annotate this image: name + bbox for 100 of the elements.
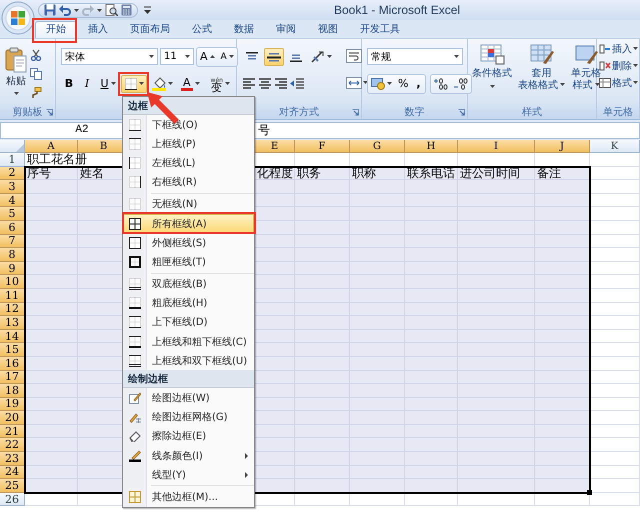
font-name-field[interactable]: 宋体 [61, 48, 158, 65]
insert-cells-button[interactable]: 插入 [599, 41, 638, 56]
sheet-cell[interactable] [590, 207, 640, 221]
sheet-cell[interactable] [255, 234, 295, 248]
column-header[interactable]: K [590, 140, 640, 153]
row-header[interactable]: 20 [0, 411, 25, 425]
column-header[interactable]: I [458, 140, 535, 153]
grow-font-button[interactable]: A [197, 48, 218, 66]
row-header[interactable]: 13 [0, 316, 25, 330]
column-header[interactable]: G [350, 140, 405, 153]
sheet-cell[interactable] [25, 370, 78, 384]
font-color-button[interactable]: A [178, 74, 203, 92]
sheet-cell[interactable] [590, 424, 640, 438]
sheet-cell[interactable] [535, 466, 590, 480]
sheet-cell[interactable] [255, 466, 295, 480]
column-header[interactable]: H [405, 140, 458, 153]
sheet-cell[interactable] [255, 343, 295, 357]
sheet-cell[interactable] [255, 180, 295, 194]
delete-cells-button[interactable]: 删除 [599, 58, 638, 73]
sheet-cell[interactable] [590, 330, 640, 344]
column-header[interactable]: F [295, 140, 350, 153]
sheet-cell[interactable] [255, 479, 295, 493]
sheet-cell[interactable] [535, 370, 590, 384]
sheet-cell[interactable] [535, 180, 590, 194]
percent-button[interactable]: % [395, 74, 412, 92]
sheet-cell[interactable] [255, 452, 295, 466]
sheet-cell[interactable] [255, 207, 295, 221]
sheet-cell[interactable] [25, 398, 78, 412]
sheet-cell[interactable] [535, 479, 590, 493]
sheet-cell[interactable] [25, 330, 78, 344]
row-header[interactable]: 8 [0, 248, 25, 262]
sheet-cell[interactable] [255, 220, 295, 235]
sheet-cell[interactable] [25, 262, 78, 276]
sheet-cell[interactable] [25, 248, 78, 262]
sheet-cell[interactable] [590, 288, 640, 303]
underline-button[interactable]: U [97, 74, 119, 92]
sheet-cell[interactable] [350, 492, 405, 506]
sheet-cell[interactable] [590, 356, 640, 370]
sheet-cell[interactable] [590, 153, 640, 167]
sheet-cell[interactable] [25, 452, 78, 466]
ribbon-tab[interactable]: 页面布局 [119, 21, 181, 38]
menu-item[interactable]: 绘图边框网格(G) [123, 408, 254, 427]
paste-button[interactable]: 粘贴 [5, 47, 27, 104]
menu-item[interactable]: 上下框线(D) [123, 312, 254, 332]
sheet-cell[interactable] [535, 194, 590, 208]
sheet-cell[interactable] [350, 479, 405, 493]
sheet-cell[interactable] [590, 452, 640, 466]
sheet-cell[interactable] [590, 398, 640, 412]
sheet-cell[interactable] [255, 316, 295, 330]
sheet-cell[interactable] [25, 288, 78, 303]
sheet-cell[interactable] [590, 302, 640, 316]
sheet-cell[interactable] [255, 330, 295, 344]
menu-item[interactable]: 双底框线(B) [123, 274, 254, 294]
sheet-cell[interactable] [535, 316, 590, 330]
fill-handle[interactable] [587, 490, 592, 495]
menu-item[interactable]: 粗底框线(H) [123, 294, 254, 313]
sheet-cell[interactable] [590, 262, 640, 276]
sheet-cell[interactable] [535, 398, 590, 412]
sheet-cell[interactable] [535, 330, 590, 344]
border-button[interactable] [121, 74, 147, 92]
menu-item[interactable]: 擦除边框(E) [123, 426, 254, 446]
ribbon-tab[interactable]: 开始 [35, 21, 77, 38]
sheet-cell[interactable] [590, 180, 640, 194]
sheet-cell[interactable] [535, 207, 590, 221]
comma-button[interactable]: , [411, 74, 426, 92]
ribbon-tab[interactable]: 视图 [307, 21, 349, 38]
sheet-cell[interactable] [25, 356, 78, 370]
format-as-table-button[interactable]: 套用 表格格式 [518, 43, 565, 104]
sheet-cell[interactable] [590, 438, 640, 452]
sheet-cell[interactable] [458, 479, 535, 493]
sheet-cell[interactable] [535, 248, 590, 262]
sheet-cell[interactable] [25, 275, 78, 289]
column-header[interactable]: A [25, 140, 78, 153]
sheet-cell[interactable] [590, 166, 640, 180]
row-header[interactable]: 1 [0, 153, 25, 167]
sheet-cell[interactable] [25, 438, 78, 452]
sheet-cell[interactable] [535, 220, 590, 235]
row-header[interactable]: 26 [0, 492, 25, 506]
sheet-cell[interactable] [535, 275, 590, 289]
ribbon-tab[interactable]: 数据 [223, 21, 265, 38]
sheet-cell[interactable] [535, 384, 590, 398]
sheet-cell[interactable] [590, 343, 640, 357]
ribbon-tab[interactable]: 开发工具 [349, 21, 411, 38]
merge-cells-icon[interactable] [346, 76, 362, 88]
column-header[interactable]: J [535, 140, 590, 153]
sheet-cell[interactable] [25, 180, 78, 194]
menu-item[interactable]: 绘图边框(W) [123, 388, 254, 408]
copy-icon[interactable] [30, 68, 42, 80]
format-cells-button[interactable]: 格式 [599, 75, 638, 90]
number-format-field[interactable]: 常规 [367, 48, 463, 65]
row-header[interactable]: 22 [0, 438, 25, 452]
menu-item[interactable]: 左框线(L) [123, 153, 254, 173]
menu-item[interactable]: 粗匣框线(T) [123, 252, 254, 272]
sheet-cell[interactable] [535, 452, 590, 466]
align-middle-button[interactable] [264, 48, 284, 66]
sheet-cell[interactable] [255, 384, 295, 398]
menu-item[interactable]: 上框线和双下框线(U) [123, 351, 254, 370]
sheet-cell[interactable] [25, 316, 78, 330]
align-left-icon[interactable] [242, 78, 256, 89]
customize-caret-icon[interactable] [144, 6, 151, 14]
